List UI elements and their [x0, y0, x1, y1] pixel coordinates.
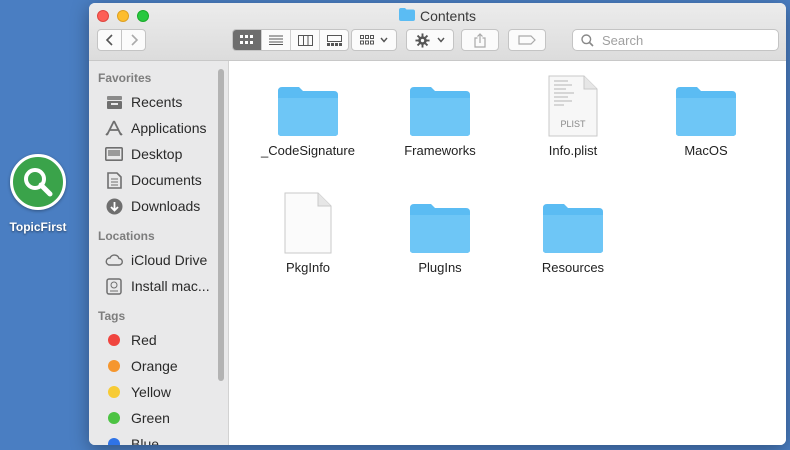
sidebar-item-tag-yellow[interactable]: Yellow [89, 379, 228, 405]
file-item[interactable]: PkgInfo [248, 186, 368, 275]
downloads-icon [105, 197, 123, 215]
list-view-button[interactable] [262, 30, 291, 50]
favorites-header: Favorites [98, 71, 152, 85]
folder-icon [380, 69, 500, 137]
back-button[interactable] [97, 29, 122, 51]
disk-icon [105, 277, 123, 295]
folder-icon [248, 69, 368, 137]
sidebar-item-label: Desktop [131, 146, 183, 162]
sidebar-item-tag-orange[interactable]: Orange [89, 353, 228, 379]
tag-button[interactable] [508, 29, 546, 51]
columns-icon [297, 34, 313, 46]
file-item[interactable]: Resources [513, 186, 633, 275]
sidebar-item-tag-red[interactable]: Red [89, 327, 228, 353]
desktop-app-icon[interactable]: TopicFirst [0, 150, 76, 234]
sidebar-item-label: Downloads [131, 198, 201, 214]
file-name: PkgInfo [285, 260, 331, 275]
sidebar: Favorites Recents Applications Desktop D… [89, 61, 229, 445]
sidebar-item-label: iCloud Drive [131, 252, 208, 268]
search-field[interactable] [572, 29, 779, 51]
sidebar-scrollbar[interactable] [218, 69, 224, 381]
list-icon [269, 35, 283, 45]
file-item[interactable]: PlugIns [380, 186, 500, 275]
file-name: _CodeSignature [261, 143, 355, 158]
sidebar-item-install-mac[interactable]: Install mac... [89, 273, 228, 299]
chevron-down-icon [380, 37, 388, 43]
sidebar-item-label: Red [131, 332, 157, 348]
sidebar-item-tag-green[interactable]: Green [89, 405, 228, 431]
sidebar-item-label: Applications [131, 120, 207, 136]
sidebar-item-recents[interactable]: Recents [89, 89, 228, 115]
tag-dot-icon [108, 360, 120, 372]
sidebar-item-label: Green [131, 410, 170, 426]
plist-badge: PLIST [560, 119, 586, 129]
desktop-icon [105, 145, 123, 163]
forward-button[interactable] [121, 29, 146, 51]
sidebar-item-desktop[interactable]: Desktop [89, 141, 228, 167]
finder-window: Contents Search Favorites Recents Applic… [89, 3, 786, 445]
cloud-icon [105, 251, 123, 269]
folder-icon [380, 186, 500, 254]
file-item[interactable]: _CodeSignature [248, 69, 368, 158]
locations-header: Locations [98, 229, 155, 243]
desktop-app-label: TopicFirst [9, 220, 67, 234]
file-name: MacOS [684, 143, 728, 158]
sidebar-item-label: Install mac... [131, 278, 210, 294]
documents-icon [105, 171, 123, 189]
sidebar-item-label: Documents [131, 172, 202, 188]
share-icon [474, 32, 486, 48]
document-icon [248, 186, 368, 254]
gallery-icon [326, 34, 342, 46]
search-input[interactable] [600, 31, 774, 49]
sidebar-item-label: Orange [131, 358, 178, 374]
chevron-right-icon [130, 34, 138, 46]
file-item[interactable]: MacOS [646, 69, 766, 158]
column-view-button[interactable] [291, 30, 320, 50]
file-item[interactable]: Frameworks [380, 69, 500, 158]
grid-icon [360, 35, 374, 45]
sidebar-item-tag-blue[interactable]: Blue [89, 431, 228, 445]
gear-icon [415, 32, 430, 48]
share-button[interactable] [461, 29, 499, 51]
sidebar-item-downloads[interactable]: Downloads [89, 193, 228, 219]
sidebar-item-documents[interactable]: Documents [89, 167, 228, 193]
file-name: Info.plist [548, 143, 598, 158]
chevron-left-icon [105, 34, 113, 46]
chevron-down-icon [437, 37, 445, 43]
folder-icon [398, 8, 415, 24]
view-mode-control [232, 29, 349, 51]
grid-icon [240, 35, 253, 44]
file-name: Frameworks [404, 143, 476, 158]
file-name: PlugIns [418, 260, 462, 275]
window-title: Contents [89, 8, 786, 24]
tags-header: Tags [98, 309, 126, 323]
sidebar-item-label: Recents [131, 94, 183, 110]
sidebar-item-applications[interactable]: Applications [89, 115, 228, 141]
recents-icon [105, 93, 123, 111]
magnifier-icon [10, 154, 66, 210]
toolbar: Contents [89, 3, 786, 61]
tag-dot-icon [108, 386, 120, 398]
applications-icon [105, 119, 123, 137]
window-title-text: Contents [419, 8, 477, 24]
tag-dot-icon [108, 412, 120, 424]
action-menu-button[interactable] [406, 29, 454, 51]
folder-icon [646, 69, 766, 137]
gallery-view-button[interactable] [320, 30, 348, 50]
tag-dot-icon [108, 438, 120, 445]
icon-view-button[interactable] [233, 30, 262, 50]
folder-icon [513, 186, 633, 254]
file-item[interactable]: PLIST Info.plist [513, 69, 633, 158]
file-name: Resources [541, 260, 605, 275]
sidebar-item-icloud-drive[interactable]: iCloud Drive [89, 247, 228, 273]
sidebar-item-label: Blue [131, 436, 160, 445]
sidebar-item-label: Yellow [131, 384, 171, 400]
file-browser: _CodeSignature Frameworks PLIST Info.pli… [229, 61, 786, 445]
search-icon [581, 33, 594, 47]
tag-icon [518, 35, 536, 45]
group-by-button[interactable] [351, 29, 397, 51]
tag-dot-icon [108, 334, 120, 346]
